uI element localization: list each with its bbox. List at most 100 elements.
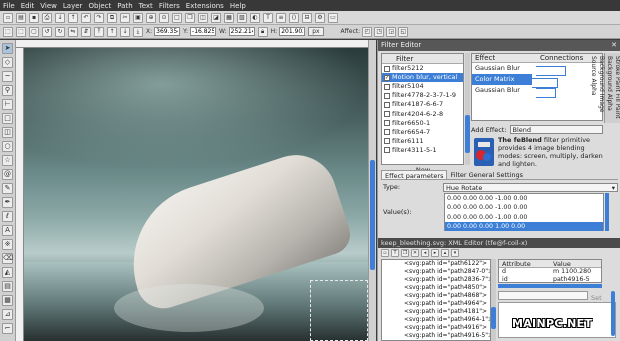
xml-node[interactable]: <svg:path id="path4916"> [382,324,490,332]
new-text-node-icon[interactable]: T [391,249,399,257]
select-all-icon[interactable]: ⬚ [3,26,13,37]
matrix-row[interactable]: 0.00 0.00 0.00 1.00 0.00 [445,221,603,232]
attributes-scrollbar[interactable] [498,284,602,288]
filter-checkbox[interactable] [384,92,390,99]
xml-node[interactable]: <svg:path id="path4964-1"> [382,316,490,324]
y-input[interactable] [190,27,217,36]
filter-list-item[interactable]: filter6650-1 [382,119,463,128]
lower-to-bottom-icon[interactable]: ⤓ [133,26,143,37]
pen-tool-icon[interactable]: ✒ [2,197,13,208]
filter-checkbox[interactable]: ✓ [384,74,390,81]
canvas-vertical-scrollbar[interactable] [368,40,376,341]
fill-stroke-icon[interactable]: ◐ [250,12,260,23]
calligraphy-tool-icon[interactable]: ℓ [2,211,13,222]
type-select[interactable]: Hue Rotate ▾ [443,182,618,192]
attribute-row[interactable]: id path4916-5 [499,276,601,284]
filter-checkbox[interactable] [384,147,390,154]
align-icon[interactable]: ⊟ [302,12,312,23]
text-tool-icon[interactable]: A [2,225,13,236]
spiral-tool-icon[interactable]: @ [2,169,13,180]
duplicate-icon[interactable]: ❐ [185,12,195,23]
raise-node-icon[interactable]: ▴ [441,249,449,257]
menu-filters[interactable]: Filters [159,2,180,10]
lower-icon[interactable]: ↓ [120,26,130,37]
ungroup-icon[interactable]: ▧ [237,12,247,23]
rotate-ccw-icon[interactable]: ↺ [42,26,52,37]
new-document-icon[interactable]: ▫ [3,12,13,23]
ellipse-tool-icon[interactable]: ○ [2,141,13,152]
measure-tool-icon[interactable]: ⊢ [2,99,13,110]
filter-list-item[interactable]: filter5104 [382,82,463,91]
layers-icon[interactable]: ≡ [276,12,286,23]
clone-icon[interactable]: ◫ [198,12,208,23]
filter-checkbox[interactable] [384,83,390,90]
xml-node-scroll-thumb[interactable] [491,307,496,329]
import-icon[interactable]: ↓ [55,12,65,23]
attribute-value-scrollbar[interactable] [611,291,615,336]
matrix-row[interactable]: 0.00 0.00 0.00 -1.00 0.00 [445,203,603,212]
indent-node-icon[interactable]: ▸ [431,249,439,257]
menu-text[interactable]: Text [139,2,153,10]
xml-node[interactable]: <svg:path id="path4850"> [382,284,490,292]
print-icon[interactable]: ⎙ [42,12,52,23]
flip-vertical-icon[interactable]: ⇵ [81,26,91,37]
filter-list-scrollbar[interactable] [465,53,470,165]
filter-list-item[interactable]: filter4311-5-1 [382,146,463,155]
lower-node-icon[interactable]: ▾ [451,249,459,257]
xml-node[interactable]: <svg:path id="path6122"> [382,260,490,268]
menu-file[interactable]: File [3,2,15,10]
xml-editor-icon[interactable]: ⟨⟩ [289,12,299,23]
filter-checkbox[interactable] [384,111,390,118]
effect-list-item[interactable]: Gaussian Blur [472,85,532,96]
pencil-tool-icon[interactable]: ✎ [2,183,13,194]
canvas-scroll-thumb[interactable] [370,160,375,270]
filter-list-item[interactable]: filter5212 [382,64,463,73]
close-icon[interactable]: ✕ [611,40,617,51]
export-icon[interactable]: ↑ [68,12,78,23]
tab-effect-parameters[interactable]: Effect parameters [381,170,448,180]
group-icon[interactable]: ▦ [224,12,234,23]
raise-to-top-icon[interactable]: ⤒ [94,26,104,37]
xml-node[interactable]: <svg:path id="path4181"> [382,308,490,316]
unit-select[interactable]: px [308,27,324,36]
add-effect-select[interactable]: Blend [509,125,603,134]
x-input[interactable] [154,27,181,36]
effect-list-item[interactable]: Color Matrix [472,74,532,85]
filter-checkbox[interactable] [384,129,390,136]
document-properties-icon[interactable]: ▭ [328,12,338,23]
h-input[interactable] [279,27,306,36]
unindent-node-icon[interactable]: ◂ [421,249,429,257]
filter-list-scroll-thumb[interactable] [465,115,470,153]
matrix-values[interactable]: 0.00 0.00 0.00 -1.00 0.00 0.00 0.00 0.00 … [444,193,604,232]
box3d-tool-icon[interactable]: ◫ [2,127,13,138]
raise-icon[interactable]: ↑ [107,26,117,37]
filter-checkbox[interactable] [384,101,390,108]
spray-tool-icon[interactable]: ※ [2,239,13,250]
menu-object[interactable]: Object [88,2,111,10]
eraser-tool-icon[interactable]: ⌫ [2,253,13,264]
menu-layer[interactable]: Layer [63,2,83,10]
w-input[interactable] [228,27,255,36]
move-gradients-icon[interactable]: ◲ [386,26,397,37]
selector-tool-icon[interactable]: ➤ [2,43,13,54]
scale-stroke-icon[interactable]: ◰ [362,26,373,37]
select-all-layers-icon[interactable]: ⬚ [16,26,26,37]
xml-node[interactable]: <svg:path id="path4868"> [382,292,490,300]
deselect-icon[interactable]: ▢ [29,26,39,37]
flip-horizontal-icon[interactable]: ⇋ [68,26,78,37]
rotate-cw-icon[interactable]: ↻ [55,26,65,37]
rectangle-tool-icon[interactable]: □ [2,113,13,124]
gradient-tool-icon[interactable]: ▤ [2,281,13,292]
filter-list-item[interactable]: filter4187-6-6-7 [382,100,463,109]
delete-node-icon[interactable]: ✕ [411,249,419,257]
connector-tool-icon[interactable]: ⌐ [2,323,13,334]
filter-list-item[interactable]: filter4204-6-2-8 [382,109,463,118]
bucket-tool-icon[interactable]: ◭ [2,267,13,278]
set-attribute-button[interactable]: Set [591,294,602,302]
save-icon[interactable]: ▪ [29,12,39,23]
matrix-row[interactable]: 0.00 0.00 0.00 -1.00 0.00 [445,213,603,222]
zoom-drawing-icon[interactable]: ⊙ [159,12,169,23]
text-font-icon[interactable]: T [263,12,273,23]
zoom-selection-icon[interactable]: ⊕ [146,12,156,23]
filter-checkbox[interactable] [384,138,390,145]
